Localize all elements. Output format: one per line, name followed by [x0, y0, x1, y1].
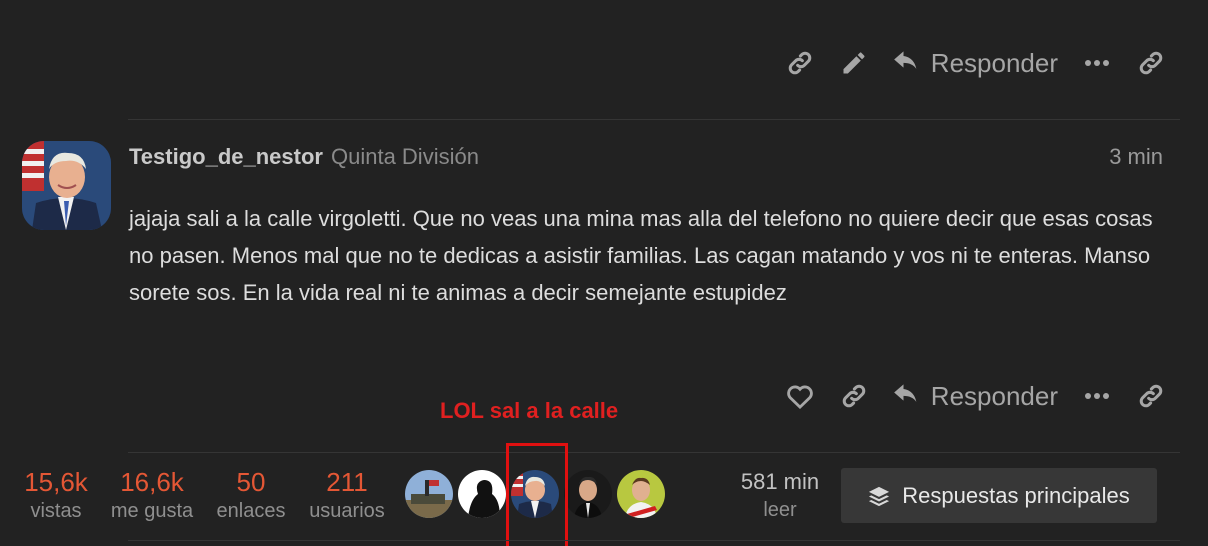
- topic-map-divider: [128, 452, 1180, 453]
- reply-button[interactable]: Responder: [881, 373, 1070, 419]
- pencil-icon: [843, 52, 865, 74]
- participant-avatar[interactable]: [458, 470, 506, 518]
- stat-users-value: 211: [326, 467, 368, 497]
- reply-label: Responder: [930, 380, 1058, 411]
- stat-links[interactable]: 50 enlaces: [212, 466, 290, 524]
- participant-avatar[interactable]: [617, 470, 665, 518]
- previous-post-actions: Responder: [773, 40, 1178, 86]
- read-time-value: 581 min: [740, 469, 820, 494]
- highlight-box: [506, 443, 568, 546]
- top-replies-button[interactable]: Respuestas principales: [841, 468, 1157, 523]
- like-button[interactable]: [773, 373, 827, 419]
- stat-likes: 16,6k me gusta: [104, 466, 200, 524]
- participant-avatar[interactable]: [405, 470, 453, 518]
- stat-likes-value: 16,6k: [120, 467, 184, 497]
- link-icon: [788, 51, 812, 75]
- more-actions-button[interactable]: [1070, 40, 1124, 86]
- topic-page: Responder Testigo_de_nestor Quinta Divis…: [0, 0, 1208, 546]
- stat-views-value: 15,6k: [24, 467, 88, 497]
- participant-avatar[interactable]: [564, 470, 612, 518]
- stat-views-label: vistas: [30, 500, 82, 522]
- reply-icon: [893, 51, 917, 69]
- post-divider: [128, 119, 1180, 120]
- ellipsis-icon: [1085, 60, 1109, 66]
- reply-label: Responder: [930, 47, 1058, 78]
- stat-users[interactable]: 211 usuarios: [304, 466, 390, 524]
- stat-links-value: 50: [236, 467, 266, 497]
- heart-icon: [786, 385, 813, 409]
- copy-link-button[interactable]: [827, 373, 881, 419]
- annotation-text: LOL sal a la calle: [440, 398, 619, 423]
- copy-link-button[interactable]: [773, 40, 827, 86]
- top-replies-label: Respuestas principales: [902, 482, 1130, 508]
- username[interactable]: Testigo_de_nestor: [129, 144, 323, 170]
- link-icon: [1139, 384, 1163, 408]
- post-body: jajaja sali a la calle virgoletti. Que n…: [129, 206, 1153, 305]
- stat-views: 15,6k vistas: [22, 466, 90, 524]
- layers-icon: [869, 486, 890, 506]
- link-icon: [1139, 51, 1163, 75]
- edit-button[interactable]: [827, 40, 881, 86]
- reply-icon: [893, 384, 917, 402]
- share-link-button[interactable]: [1124, 373, 1178, 419]
- ellipsis-icon: [1085, 393, 1109, 399]
- bottom-divider: [128, 540, 1180, 541]
- stat-likes-label: me gusta: [110, 500, 194, 522]
- stat-links-label: enlaces: [216, 500, 286, 522]
- post-header: Testigo_de_nestor Quinta División 3 min: [129, 142, 1163, 172]
- share-link-button[interactable]: [1124, 40, 1178, 86]
- post-actions: Responder: [773, 373, 1178, 419]
- stat-users-label: usuarios: [309, 500, 385, 522]
- avatar[interactable]: [22, 141, 111, 230]
- read-time-label: leer: [763, 499, 797, 521]
- read-time: 581 min leer: [730, 468, 830, 524]
- user-title: Quinta División: [330, 144, 479, 169]
- link-icon: [842, 384, 866, 408]
- more-actions-button[interactable]: [1070, 373, 1124, 419]
- post-date[interactable]: 3 min: [1109, 144, 1163, 170]
- reply-button[interactable]: Responder: [881, 40, 1070, 86]
